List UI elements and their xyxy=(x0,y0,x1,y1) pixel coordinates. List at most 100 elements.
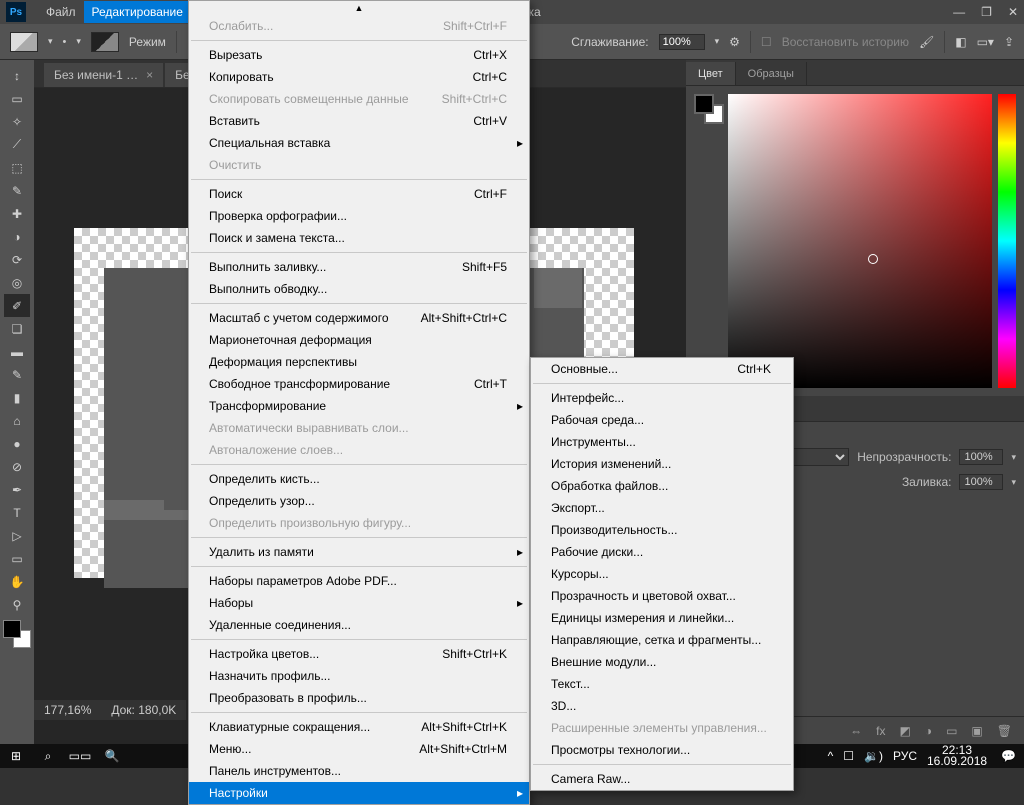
menuitem-трансформирование[interactable]: Трансформирование▸ xyxy=(189,395,529,417)
menuitem-назначить-профиль-[interactable]: Назначить профиль... xyxy=(189,665,529,687)
dropdown-icon[interactable]: ▾ xyxy=(715,36,720,47)
menuitem-проверка-орфографии-[interactable]: Проверка орфографии... xyxy=(189,205,529,227)
adjust-icon[interactable]: ◑ xyxy=(925,724,932,738)
group-icon[interactable]: ▭ xyxy=(946,724,957,738)
workspace-icon[interactable]: ▭▾ xyxy=(977,35,994,49)
tool-5[interactable]: ✎ xyxy=(4,179,30,202)
window-minimize[interactable]: — xyxy=(953,5,965,19)
menuitem-меню-[interactable]: Меню...Alt+Shift+Ctrl+M xyxy=(189,738,529,760)
tray-clock[interactable]: 22:13 16.09.2018 xyxy=(927,745,991,767)
fg-color-swatch[interactable] xyxy=(694,94,714,114)
tray-notifications-icon[interactable]: 💬 xyxy=(1001,749,1016,763)
menuitem-наборы-параметров-adobe-pdf-[interactable]: Наборы параметров Adobe PDF... xyxy=(189,570,529,592)
share-icon[interactable]: ⇪ xyxy=(1004,35,1014,49)
fg-color[interactable] xyxy=(3,620,21,638)
menuitem-внешние-модули-[interactable]: Внешние модули... xyxy=(531,651,793,673)
menuitem-основные-[interactable]: Основные...Ctrl+K xyxy=(531,358,793,380)
tray-chevron-icon[interactable]: ^ xyxy=(828,749,834,763)
menuitem-определить-узор-[interactable]: Определить узор... xyxy=(189,490,529,512)
tool-11[interactable]: ❏ xyxy=(4,317,30,340)
menuitem-масштаб-с-учетом-содержимого[interactable]: Масштаб с учетом содержимогоAlt+Shift+Ct… xyxy=(189,307,529,329)
menuitem-настройка-цветов-[interactable]: Настройка цветов...Shift+Ctrl+K xyxy=(189,643,529,665)
menuitem-панель-инструментов-[interactable]: Панель инструментов... xyxy=(189,760,529,782)
tool-4[interactable]: ⬚ xyxy=(4,156,30,179)
menuitem-вставить[interactable]: ВставитьCtrl+V xyxy=(189,110,529,132)
link-icon[interactable]: ⇔ xyxy=(850,724,862,738)
window-maximize[interactable]: ❐ xyxy=(981,5,992,19)
tool-0[interactable]: ↕ xyxy=(4,64,30,87)
menuitem-поиск[interactable]: ПоискCtrl+F xyxy=(189,183,529,205)
menuitem-вырезать[interactable]: ВырезатьCtrl+X xyxy=(189,44,529,66)
tool-9[interactable]: ◎ xyxy=(4,271,30,294)
menuitem-рабочие-диски-[interactable]: Рабочие диски... xyxy=(531,541,793,563)
tool-13[interactable]: ✎ xyxy=(4,363,30,386)
tray-volume-icon[interactable]: 🔉) xyxy=(864,749,883,763)
menuitem-деформация-перспективы[interactable]: Деформация перспективы xyxy=(189,351,529,373)
tray-battery-icon[interactable]: ☐ xyxy=(843,749,854,763)
menuitem-специальная-вставка[interactable]: Специальная вставка▸ xyxy=(189,132,529,154)
menuitem-текст-[interactable]: Текст... xyxy=(531,673,793,695)
tool-17[interactable]: ⊘ xyxy=(4,455,30,478)
tool-6[interactable]: ✚ xyxy=(4,202,30,225)
brush-preset[interactable] xyxy=(10,32,38,52)
menuitem-марионеточная-деформация[interactable]: Марионеточная деформация xyxy=(189,329,529,351)
new-layer-icon[interactable]: ▣ xyxy=(971,724,982,738)
menuitem-экспорт-[interactable]: Экспорт... xyxy=(531,497,793,519)
close-icon[interactable]: × xyxy=(146,68,153,82)
menuitem-удаленные-соединения-[interactable]: Удаленные соединения... xyxy=(189,614,529,636)
menuitem-выполнить-заливку-[interactable]: Выполнить заливку...Shift+F5 xyxy=(189,256,529,278)
brush-size-dropdown[interactable]: ▾ xyxy=(76,36,81,47)
zoom-level[interactable]: 177,16% xyxy=(44,703,91,717)
window-close[interactable]: ✕ xyxy=(1008,5,1018,19)
menuitem-производительность-[interactable]: Производительность... xyxy=(531,519,793,541)
trash-icon[interactable]: 🗑 xyxy=(997,724,1012,738)
tool-10[interactable]: ✐ xyxy=(4,294,30,317)
tab-swatches[interactable]: Образцы xyxy=(736,62,807,85)
color-field[interactable] xyxy=(728,94,992,388)
menuitem-единицы-измерения-и-линейки-[interactable]: Единицы измерения и линейки... xyxy=(531,607,793,629)
tool-8[interactable]: ⟳ xyxy=(4,248,30,271)
tray-lang[interactable]: РУС xyxy=(893,749,917,763)
restore-history-label[interactable]: Восстановить историю xyxy=(782,35,909,49)
menuitem-преобразовать-в-профиль-[interactable]: Преобразовать в профиль... xyxy=(189,687,529,709)
tool-2[interactable]: ✧ xyxy=(4,110,30,133)
search-icon[interactable]: ⌕ xyxy=(32,749,64,764)
menuitem-поиск-и-замена-текста-[interactable]: Поиск и замена текста... xyxy=(189,227,529,249)
tool-3[interactable]: ⟋ xyxy=(4,133,30,156)
opacity-input[interactable] xyxy=(959,449,1003,465)
menu-Редактирование[interactable]: Редактирование xyxy=(84,1,191,23)
taskview-icon[interactable]: ▭▭ xyxy=(64,749,96,763)
fill-input[interactable] xyxy=(959,474,1003,490)
tool-15[interactable]: ⌂ xyxy=(4,409,30,432)
menuitem-выполнить-обводку-[interactable]: Выполнить обводку... xyxy=(189,278,529,300)
menuitem-обработка-файлов-[interactable]: Обработка файлов... xyxy=(531,475,793,497)
gear-icon[interactable]: ⚙ xyxy=(729,35,740,49)
scroll-up-icon[interactable]: ▲ xyxy=(189,1,529,15)
menuitem-удалить-из-памяти[interactable]: Удалить из памяти▸ xyxy=(189,541,529,563)
menuitem-настройки[interactable]: Настройки▸ xyxy=(189,782,529,804)
tool-7[interactable]: ◑ xyxy=(4,225,30,248)
menuitem-просмотры-технологии-[interactable]: Просмотры технологии... xyxy=(531,739,793,761)
tool-16[interactable]: ● xyxy=(4,432,30,455)
menu-Файл[interactable]: Файл xyxy=(38,1,84,23)
menuitem-свободное-трансформирование[interactable]: Свободное трансформированиеCtrl+T xyxy=(189,373,529,395)
menuitem-курсоры-[interactable]: Курсоры... xyxy=(531,563,793,585)
menuitem-наборы[interactable]: Наборы▸ xyxy=(189,592,529,614)
brush-preview[interactable] xyxy=(91,32,119,52)
brush-icon[interactable]: 🖌 xyxy=(919,35,934,49)
menuitem-интерфейс-[interactable]: Интерфейс... xyxy=(531,387,793,409)
app-icon[interactable]: 🔍 xyxy=(96,749,128,763)
tool-22[interactable]: ✋ xyxy=(4,570,30,593)
menuitem-прозрачность-и-цветовой-охват-[interactable]: Прозрачность и цветовой охват... xyxy=(531,585,793,607)
tool-21[interactable]: ▭ xyxy=(4,547,30,570)
menuitem-определить-кисть-[interactable]: Определить кисть... xyxy=(189,468,529,490)
smoothing-input[interactable] xyxy=(659,34,705,50)
tool-12[interactable]: ▬ xyxy=(4,340,30,363)
hue-slider[interactable] xyxy=(998,94,1016,388)
tool-14[interactable]: ▮ xyxy=(4,386,30,409)
dropdown-icon[interactable]: ▾ xyxy=(48,36,53,47)
menuitem-клавиатурные-сокращения-[interactable]: Клавиатурные сокращения...Alt+Shift+Ctrl… xyxy=(189,716,529,738)
tool-19[interactable]: T xyxy=(4,501,30,524)
tool-23[interactable]: ⚲ xyxy=(4,593,30,616)
menuitem-направляющие-сетка-и-фрагменты-[interactable]: Направляющие, сетка и фрагменты... xyxy=(531,629,793,651)
